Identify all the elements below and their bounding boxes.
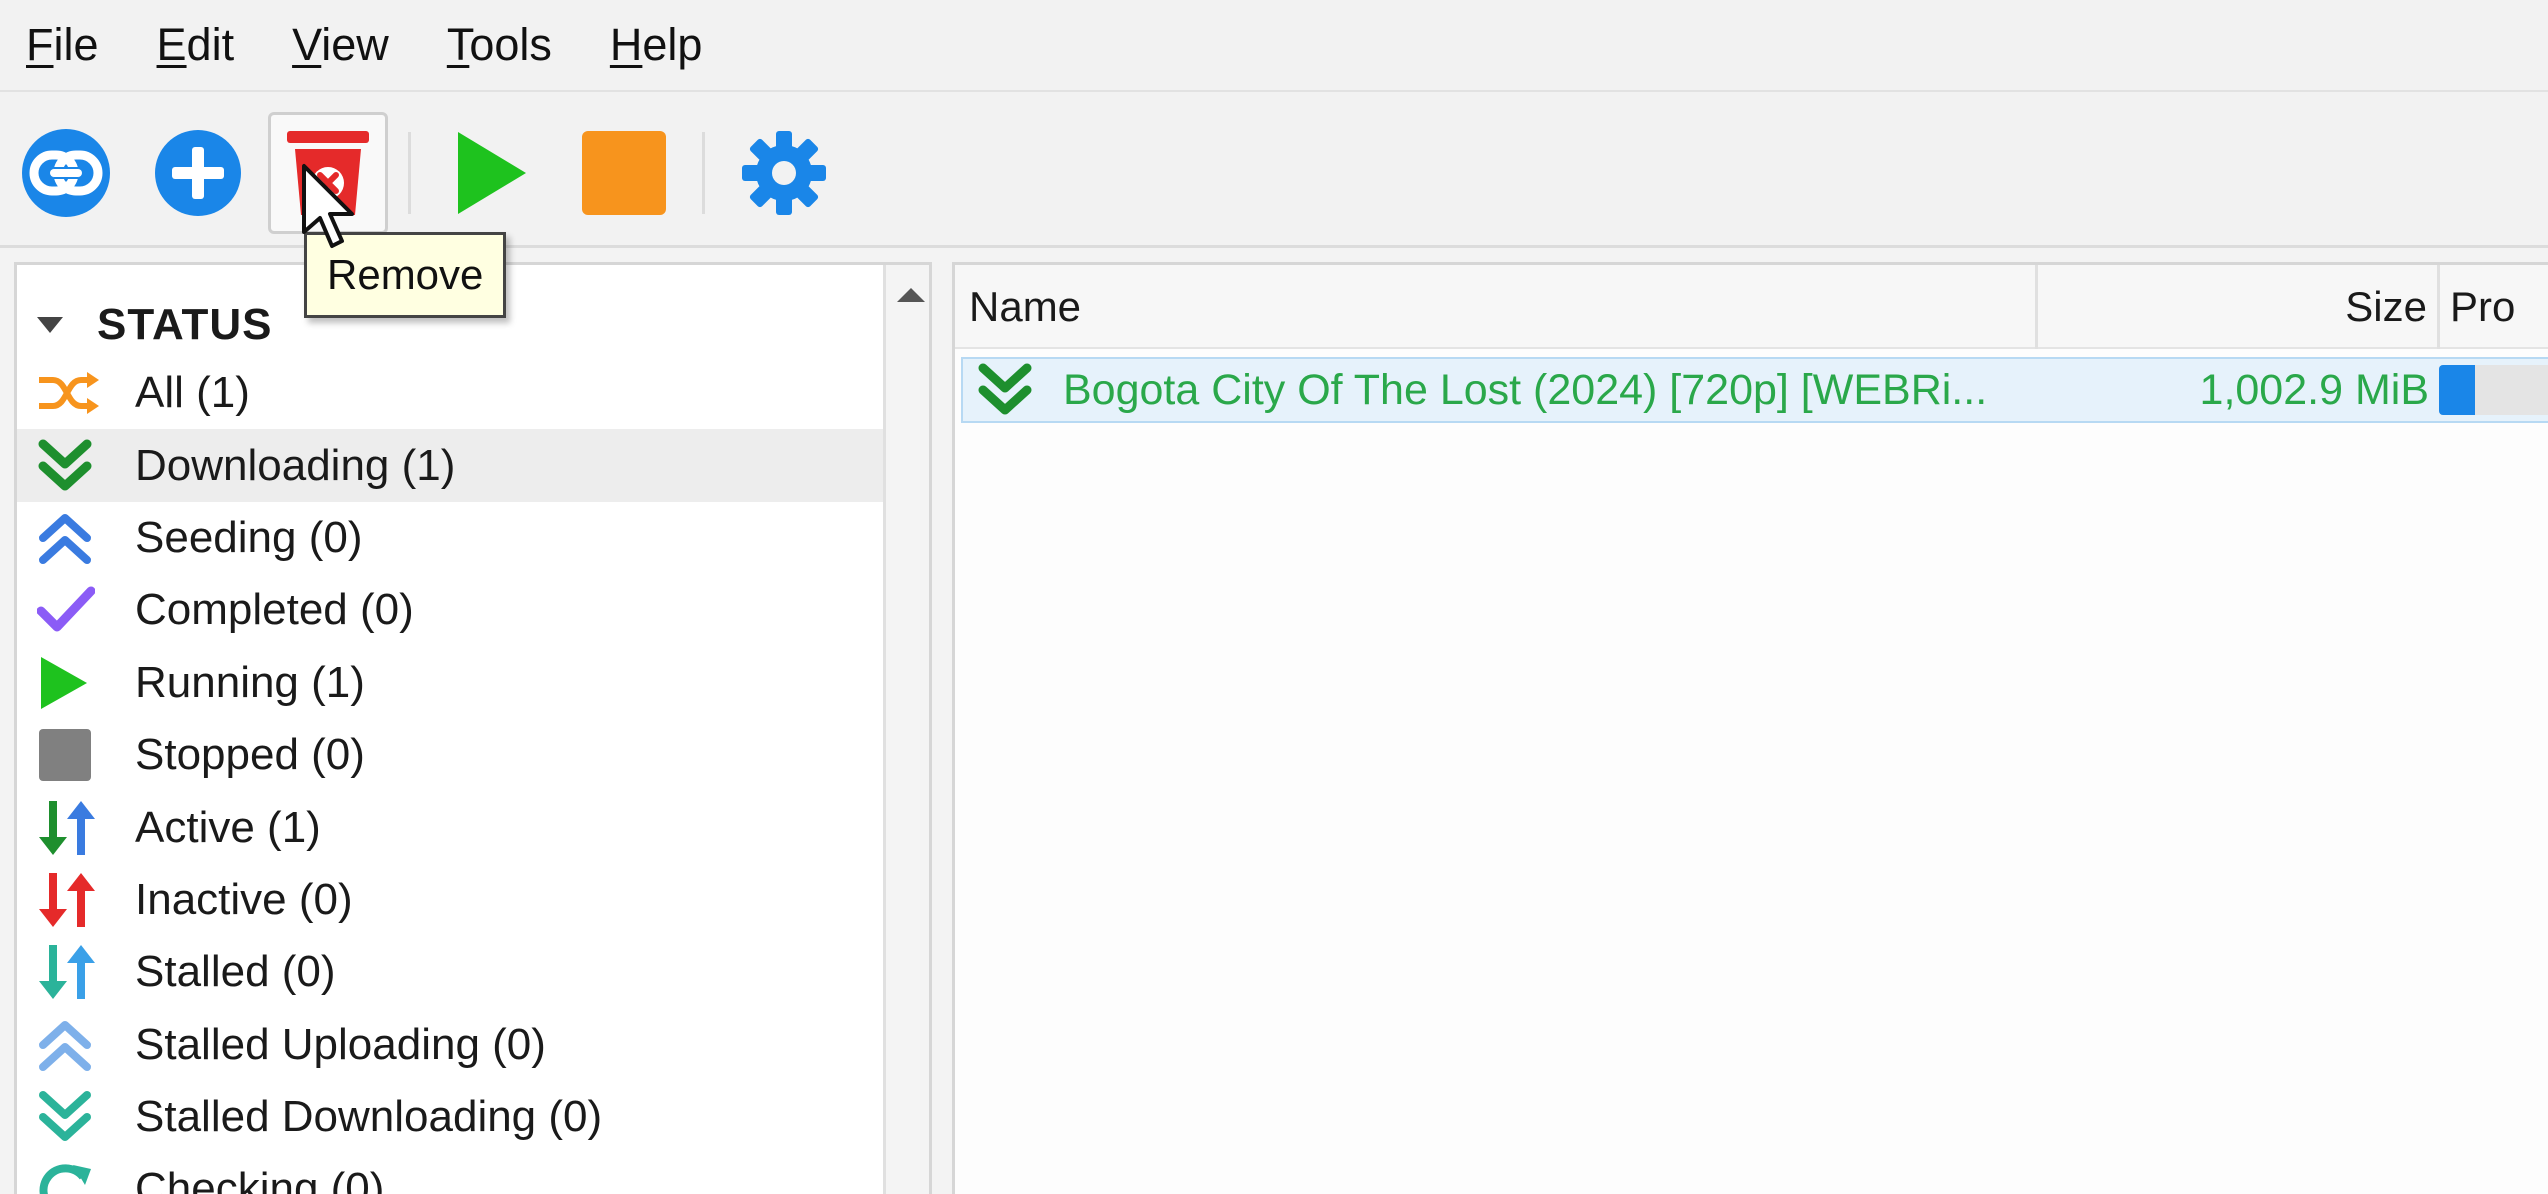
column-header-progress[interactable]: Pro	[2437, 265, 2548, 349]
menu-file-accel: F	[26, 19, 54, 70]
sidebar-scrollbar[interactable]	[883, 265, 929, 1194]
torrent-size: 1,002.9 MiB	[2199, 365, 2429, 414]
status-item-label: All (1)	[135, 368, 250, 418]
options-button[interactable]	[724, 112, 844, 234]
status-item-label: Stalled Uploading (0)	[135, 1019, 546, 1069]
status-item-label: Stalled Downloading (0)	[135, 1092, 603, 1142]
column-header-name[interactable]: Name	[969, 265, 2029, 349]
status-item-completed[interactable]: Completed (0)	[17, 574, 883, 646]
play-icon	[37, 653, 103, 713]
status-item-running[interactable]: Running (1)	[17, 647, 883, 719]
status-item-label: Seeding (0)	[135, 512, 363, 562]
menu-tools[interactable]: Tools	[447, 19, 552, 71]
arrows-updown-icon	[37, 798, 103, 858]
arrows-updown-teal-icon	[37, 942, 103, 1002]
menu-help-rest: elp	[642, 19, 703, 70]
status-item-stalled[interactable]: Stalled (0)	[17, 936, 883, 1008]
status-item-stalled-downloading[interactable]: Stalled Downloading (0)	[17, 1081, 883, 1153]
column-header-label: Name	[969, 283, 1082, 330]
toolbar-separator	[702, 132, 705, 214]
status-item-stopped[interactable]: Stopped (0)	[17, 719, 883, 791]
stop-button[interactable]	[564, 112, 684, 234]
status-item-stalled-uploading[interactable]: Stalled Uploading (0)	[17, 1009, 883, 1081]
menu-edit-rest: dit	[186, 19, 235, 70]
status-item-active[interactable]: Active (1)	[17, 791, 883, 863]
column-header-size[interactable]: Size	[2035, 265, 2427, 349]
status-item-inactive[interactable]: Inactive (0)	[17, 864, 883, 936]
gear-icon	[742, 131, 826, 215]
refresh-icon	[37, 1159, 103, 1194]
resume-button[interactable]	[430, 112, 550, 234]
status-item-seeding[interactable]: Seeding (0)	[17, 502, 883, 574]
chevron-up-light-icon	[37, 1015, 103, 1075]
status-item-label: Active (1)	[135, 802, 321, 852]
status-header-label: STATUS	[97, 300, 273, 349]
progress-bar-fill	[2439, 365, 2475, 415]
status-item-label: Completed (0)	[135, 585, 414, 635]
status-list: All (1) Downloading (1) Seeding (0) Comp…	[17, 357, 883, 1194]
progress-bar	[2439, 365, 2548, 415]
double-chevron-down-icon	[977, 361, 1033, 424]
status-item-downloading[interactable]: Downloading (1)	[17, 429, 883, 502]
menu-file-rest: ile	[53, 19, 99, 70]
column-header-label: Pro	[2450, 283, 2516, 330]
scroll-up-arrow-icon	[896, 288, 925, 302]
status-item-label: Checking (0)	[135, 1164, 385, 1194]
arrows-updown-red-icon	[37, 870, 103, 930]
status-filter-panel: STATUS All (1) Downloading (1) Seeding (…	[14, 262, 932, 1194]
double-chevron-down-icon	[37, 436, 103, 496]
status-item-checking[interactable]: Checking (0)	[17, 1153, 883, 1194]
menu-help[interactable]: Help	[610, 19, 703, 71]
link-icon	[22, 129, 110, 217]
menu-edit-accel: E	[156, 19, 187, 70]
menu-tools-rest: ools	[469, 19, 552, 70]
stop-square-icon	[37, 725, 103, 785]
menu-bar: File Edit View Tools Help	[0, 0, 2548, 90]
play-icon	[458, 132, 526, 214]
toolbar-separator	[408, 132, 411, 214]
menu-file[interactable]: File	[26, 19, 99, 71]
status-header[interactable]: STATUS	[37, 295, 272, 355]
menu-tools-accel: T	[446, 19, 470, 70]
menu-view-rest: iew	[321, 19, 389, 70]
add-link-button[interactable]	[6, 112, 126, 234]
torrent-name: Bogota City Of The Lost (2024) [720p] [W…	[1063, 365, 1988, 414]
menu-view[interactable]: View	[292, 19, 389, 71]
status-item-label: Stopped (0)	[135, 730, 365, 780]
tooltip-text: Remove	[327, 251, 484, 298]
double-chevron-up-icon	[37, 508, 103, 568]
scroll-up-button[interactable]	[886, 265, 929, 325]
toolbar	[0, 90, 2548, 248]
torrent-list-header: Name Size Pro	[955, 265, 2548, 349]
stop-icon	[582, 131, 666, 215]
status-item-label: Stalled (0)	[135, 947, 336, 997]
status-item-label: Running (1)	[135, 657, 365, 707]
menu-edit[interactable]: Edit	[157, 19, 235, 71]
app-window: File Edit View Tools Help Remove STATUS …	[0, 0, 2548, 1194]
menu-view-accel: V	[292, 19, 322, 70]
chevron-down-teal-icon	[37, 1087, 103, 1147]
status-item-label: Inactive (0)	[135, 874, 353, 924]
add-torrent-button[interactable]	[138, 112, 258, 234]
status-item-all[interactable]: All (1)	[17, 357, 883, 429]
table-row[interactable]: Bogota City Of The Lost (2024) [720p] [W…	[961, 357, 2548, 423]
column-header-label: Size	[2345, 283, 2427, 330]
status-item-label: Downloading (1)	[135, 440, 456, 490]
menu-help-accel: H	[609, 19, 643, 70]
torrent-list: Name Size Pro Bogota City Of The Lost (2…	[952, 262, 2548, 1194]
collapse-arrow-icon	[37, 317, 63, 333]
shuffle-icon	[37, 363, 103, 423]
mouse-cursor-icon	[302, 164, 354, 248]
add-icon	[155, 130, 241, 216]
checkmark-icon	[37, 580, 103, 640]
